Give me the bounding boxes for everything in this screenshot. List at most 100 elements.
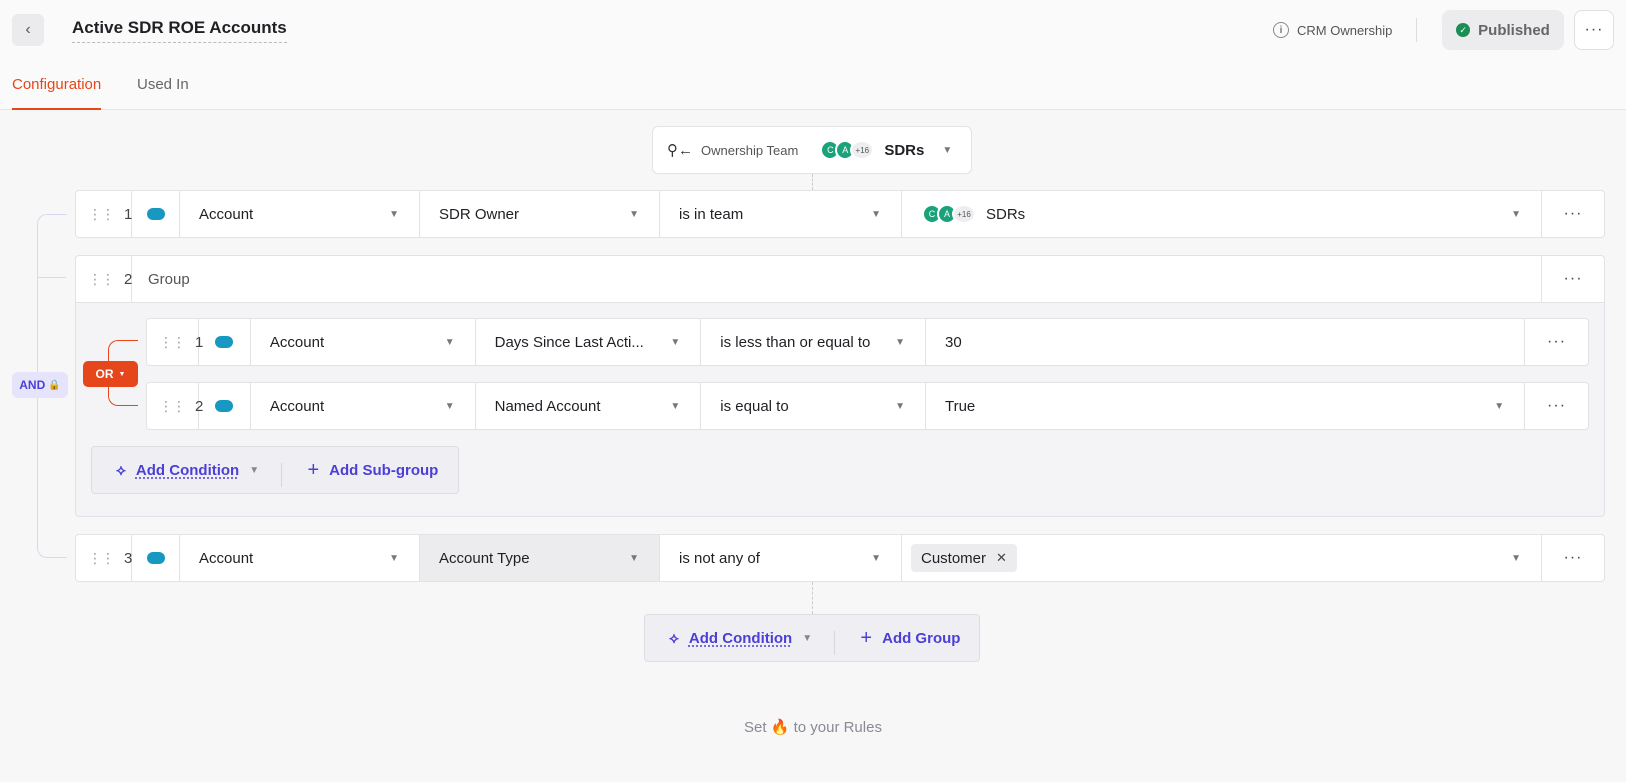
chevron-down-icon: ▼ <box>871 209 881 220</box>
salesforce-cloud-icon <box>146 552 165 564</box>
or-label: OR <box>95 367 114 381</box>
field-value: Days Since Last Acti... <box>494 333 644 351</box>
or-operator-toggle[interactable]: OR ▼ <box>83 361 138 387</box>
ellipsis-icon: ··· <box>1563 205 1583 222</box>
add-subgroup-label: Add Sub-group <box>329 461 439 479</box>
back-button[interactable]: ‹ <box>12 14 44 46</box>
page-header: ‹ Active SDR ROE Accounts i CRM Ownershi… <box>0 0 1626 110</box>
crm-ownership-label[interactable]: i CRM Ownership <box>1273 20 1392 40</box>
chevron-left-icon: ‹ <box>25 21 31 38</box>
object-select[interactable]: Account ▼ <box>180 191 420 237</box>
chevron-down-icon[interactable]: ▼ <box>249 465 259 476</box>
chevron-down-icon: ▼ <box>444 337 455 348</box>
group-add-actions: ⟡ Add Condition ▼ + Add Sub-group <box>91 446 459 494</box>
add-condition-button[interactable]: ⟡ Add Condition ▼ <box>645 615 834 661</box>
ownership-team-label: Ownership Team <box>701 142 799 158</box>
chevron-down-icon: ▼ <box>629 209 639 220</box>
drag-handle-icon[interactable]: ⋮⋮ <box>159 398 186 415</box>
object-select[interactable]: Account ▼ <box>251 319 476 365</box>
avatar-more-count: +16 <box>952 204 976 224</box>
operator-select[interactable]: is less than or equal to ▼ <box>701 319 926 365</box>
more-options-button[interactable]: ··· <box>1574 10 1614 50</box>
operator-select[interactable]: is equal to ▼ <box>701 383 926 429</box>
chevron-down-icon[interactable]: ▼ <box>802 633 812 644</box>
field-select[interactable]: Days Since Last Acti... ▼ <box>476 319 702 365</box>
salesforce-cell <box>199 319 251 365</box>
operator-select[interactable]: is not any of ▼ <box>660 535 902 581</box>
object-select[interactable]: Account ▼ <box>251 383 476 429</box>
tab-used-in[interactable]: Used In <box>137 76 189 110</box>
field-value: SDR Owner <box>439 205 520 223</box>
value-text: 30 <box>944 333 962 351</box>
and-branch-line <box>38 277 66 278</box>
operator-select[interactable]: is in team ▼ <box>660 191 902 237</box>
add-condition-label: Add Condition <box>688 629 793 647</box>
group-condition-row: ⋮⋮ 2 Account ▼ Named Account ▼ is equal … <box>146 382 1589 430</box>
rule-index: ⋮⋮ 2 <box>76 256 132 302</box>
and-operator-badge[interactable]: AND 🔒 <box>12 372 68 398</box>
object-value: Account <box>269 333 325 351</box>
ownership-team-selector[interactable]: ⚲← Ownership Team C A +16 SDRs ▼ <box>652 126 972 174</box>
object-value: Account <box>199 205 254 223</box>
chevron-down-icon: ▼ <box>389 209 399 220</box>
fire-icon: 🔥 <box>770 719 790 736</box>
chevron-down-icon: ▼ <box>942 144 953 156</box>
avatar-more-count: +16 <box>850 140 875 160</box>
add-subgroup-button[interactable]: + Add Sub-group <box>282 447 458 493</box>
group-condition-row: ⋮⋮ 1 Account ▼ Days Since Last Acti... ▼… <box>146 318 1589 366</box>
published-status-button[interactable]: ✓ Published <box>1442 10 1564 50</box>
row-more-button[interactable]: ··· <box>1525 383 1588 429</box>
drag-handle-icon[interactable]: ⋮⋮ <box>88 271 115 288</box>
plus-icon: + <box>307 458 320 481</box>
operator-value: is equal to <box>720 397 789 415</box>
or-branch-line <box>108 386 138 406</box>
row-more-button[interactable]: ··· <box>1525 319 1588 365</box>
value-select[interactable]: True ▼ <box>926 383 1526 429</box>
team-avatars: C A +16 <box>820 140 875 160</box>
rule-index: ⋮⋮ 2 <box>147 383 203 429</box>
ellipsis-icon: ··· <box>1584 21 1604 38</box>
add-group-button[interactable]: + Add Group <box>835 615 979 661</box>
connector-line <box>812 582 813 614</box>
lock-icon: 🔒 <box>48 379 61 391</box>
plus-icon: + <box>860 626 873 649</box>
chevron-down-icon: ▼ <box>118 370 126 378</box>
operator-value: is less than or equal to <box>720 333 871 351</box>
bottom-add-actions: ⟡ Add Condition ▼ + Add Group <box>644 614 980 662</box>
value-input[interactable]: 30 <box>926 319 1526 365</box>
value-multiselect[interactable]: Customer ✕ ▼ <box>902 535 1542 581</box>
field-select[interactable]: SDR Owner ▼ <box>420 191 660 237</box>
operator-value: is in team <box>679 205 744 223</box>
page-title[interactable]: Active SDR ROE Accounts <box>72 18 287 43</box>
chip-label: Customer <box>921 549 987 567</box>
value-select[interactable]: C A +16 SDRs ▼ <box>902 191 1542 237</box>
chevron-down-icon: ▼ <box>1511 209 1521 220</box>
drag-handle-icon[interactable]: ⋮⋮ <box>88 550 115 567</box>
drag-handle-icon[interactable]: ⋮⋮ <box>88 206 115 223</box>
salesforce-cloud-icon <box>146 208 165 220</box>
salesforce-cell <box>199 383 251 429</box>
ellipsis-icon: ··· <box>1563 270 1583 287</box>
row-more-button[interactable]: ··· <box>1542 191 1604 237</box>
salesforce-cell <box>132 535 180 581</box>
ellipsis-icon: ··· <box>1563 549 1583 566</box>
field-select[interactable]: Account Type ▼ <box>420 535 660 581</box>
value-text: True <box>944 397 976 415</box>
chevron-down-icon: ▼ <box>1494 401 1505 412</box>
rule-index: ⋮⋮ 1 <box>76 191 132 237</box>
team-avatars: C A +16 <box>922 204 976 224</box>
row-more-button[interactable]: ··· <box>1542 535 1604 581</box>
drag-handle-icon[interactable]: ⋮⋮ <box>159 334 186 351</box>
add-condition-button[interactable]: ⟡ Add Condition ▼ <box>92 447 281 493</box>
group-label: Group <box>132 256 1543 302</box>
and-label: AND <box>19 378 46 392</box>
object-select[interactable]: Account ▼ <box>180 535 420 581</box>
group-more-button[interactable]: ··· <box>1542 256 1604 302</box>
tab-configuration[interactable]: Configuration <box>12 76 102 110</box>
footer-note: Set 🔥 to your Rules <box>0 718 1626 736</box>
field-select[interactable]: Named Account ▼ <box>476 383 702 429</box>
rule-index: ⋮⋮ 3 <box>76 535 132 581</box>
rule-index: ⋮⋮ 1 <box>147 319 203 365</box>
chevron-down-icon: ▼ <box>444 401 455 412</box>
close-icon[interactable]: ✕ <box>996 550 1007 566</box>
